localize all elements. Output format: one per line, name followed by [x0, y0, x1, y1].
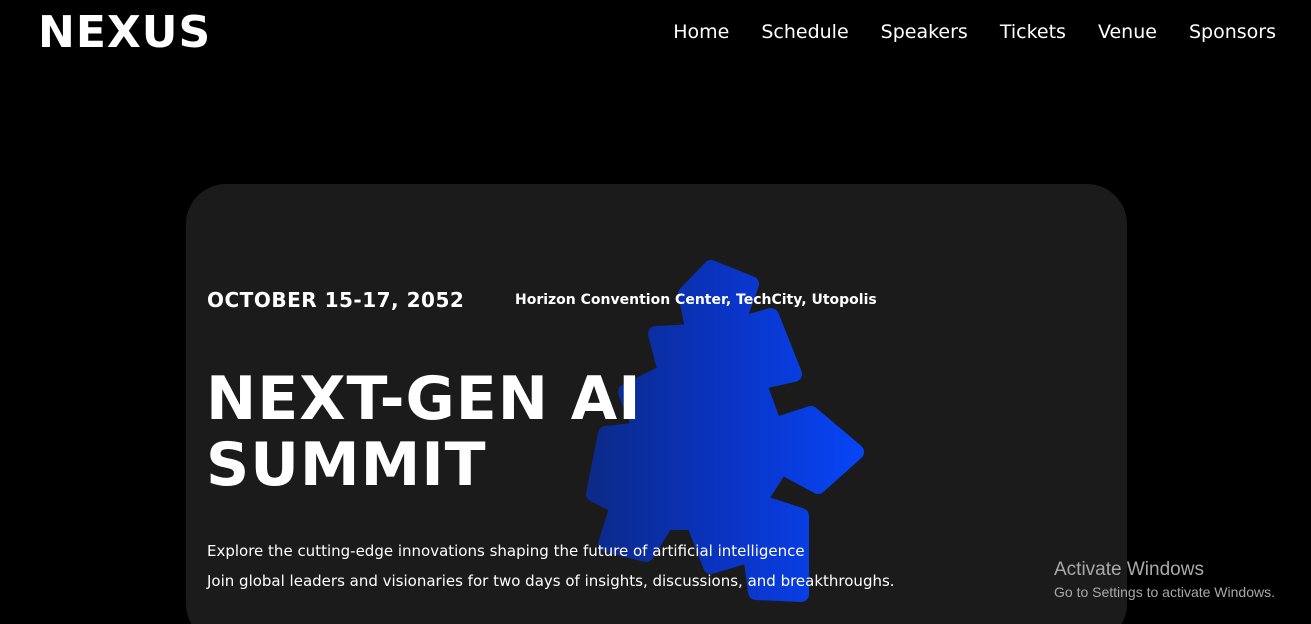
event-venue: Horizon Convention Center, TechCity, Uto… — [515, 292, 877, 308]
nav-item-speakers[interactable]: Speakers — [881, 19, 968, 45]
activate-windows-watermark: Activate Windows Go to Settings to activ… — [1054, 558, 1275, 602]
hero-card: OCTOBER 15-17, 2052 Horizon Convention C… — [186, 184, 1127, 624]
hero-description-line-1: Explore the cutting-edge innovations sha… — [207, 542, 805, 560]
main-nav: Home Schedule Speakers Tickets Venue Spo… — [673, 19, 1276, 45]
nav-item-schedule[interactable]: Schedule — [761, 19, 848, 45]
hero-title-line-2: SUMMIT — [206, 430, 487, 500]
nav-item-venue[interactable]: Venue — [1098, 19, 1157, 45]
site-logo[interactable]: NEXUS — [38, 6, 211, 60]
hero-title-line-1: NEXT-GEN AI — [206, 364, 642, 434]
activate-windows-subtitle: Go to Settings to activate Windows. — [1054, 584, 1275, 600]
hero-description-line-2: Join global leaders and visionaries for … — [207, 572, 895, 590]
activate-windows-title: Activate Windows — [1054, 559, 1204, 580]
event-date: OCTOBER 15-17, 2052 — [207, 288, 465, 312]
hero-description: Explore the cutting-edge innovations sha… — [207, 536, 895, 596]
page: NEXUS Home Schedule Speakers Tickets Ven… — [0, 0, 1311, 624]
nav-item-home[interactable]: Home — [673, 19, 729, 45]
hero-title: NEXT-GEN AI SUMMIT — [206, 366, 642, 498]
nav-item-tickets[interactable]: Tickets — [1000, 19, 1066, 45]
nav-item-sponsors[interactable]: Sponsors — [1189, 19, 1276, 45]
